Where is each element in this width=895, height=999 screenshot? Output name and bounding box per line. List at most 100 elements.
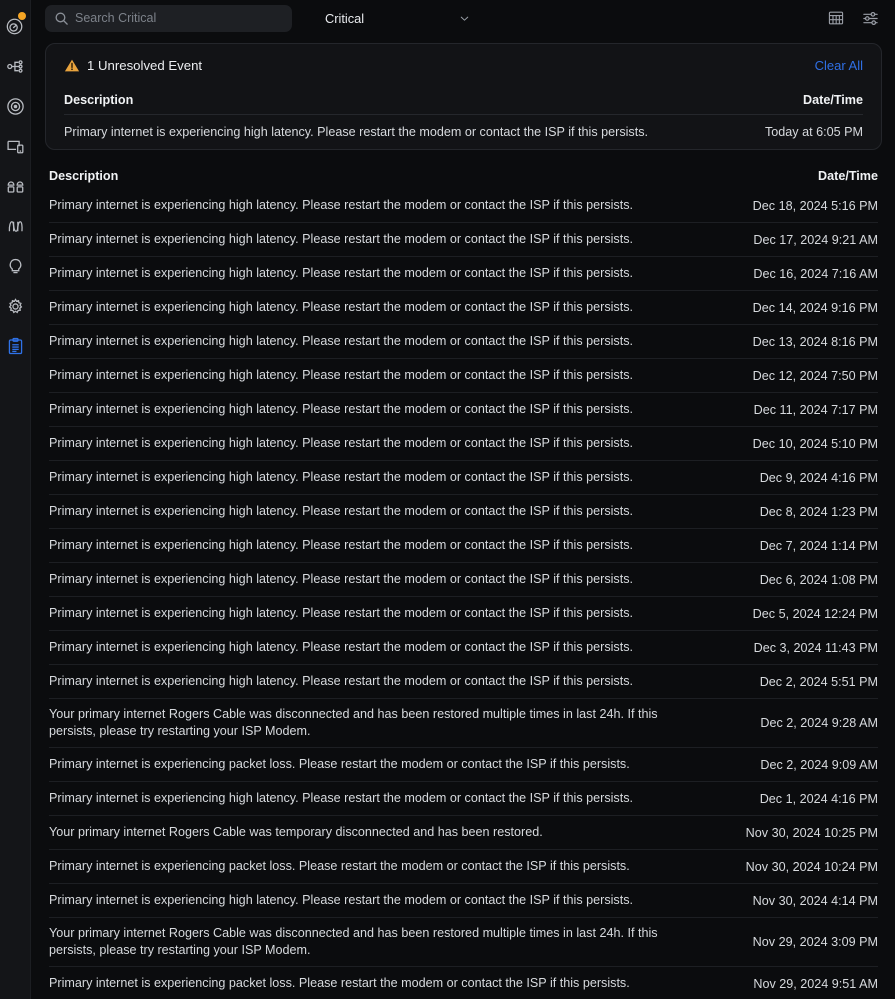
event-datetime: Dec 2, 2024 9:09 AM xyxy=(760,757,878,772)
event-datetime: Nov 29, 2024 9:51 AM xyxy=(753,976,878,991)
table-view-icon xyxy=(828,11,844,25)
table-row[interactable]: Primary internet is experiencing high la… xyxy=(49,495,878,529)
sidebar-item-logo[interactable] xyxy=(0,6,31,46)
sidebar-item-analytics[interactable] xyxy=(0,206,31,246)
app-root: Critical xyxy=(0,0,895,999)
table-row[interactable]: Primary internet is experiencing packet … xyxy=(49,748,878,782)
event-datetime: Today at 6:05 PM xyxy=(764,125,863,139)
event-description: Primary internet is experiencing high la… xyxy=(64,124,649,139)
filter-settings-button[interactable] xyxy=(858,6,882,30)
target-radar-icon xyxy=(6,97,24,115)
search-field-wrapper xyxy=(45,4,292,32)
event-datetime: Dec 13, 2024 8:16 PM xyxy=(752,334,878,349)
unresolved-card-header: 1 Unresolved Event Clear All xyxy=(64,44,863,86)
table-row[interactable]: Your primary internet Rogers Cable was d… xyxy=(49,699,878,748)
table-row[interactable]: Primary internet is experiencing high la… xyxy=(49,884,878,918)
history-rows-container: Primary internet is experiencing high la… xyxy=(49,189,878,999)
event-datetime: Dec 7, 2024 1:14 PM xyxy=(759,538,878,553)
main-content: Critical xyxy=(31,0,895,999)
event-datetime: Dec 9, 2024 4:16 PM xyxy=(759,470,878,485)
event-description: Primary internet is experiencing high la… xyxy=(49,334,634,348)
event-description: Your primary internet Rogers Cable was t… xyxy=(49,825,543,839)
table-row[interactable]: Primary internet is experiencing high la… xyxy=(49,325,878,359)
devices-icon xyxy=(6,140,23,153)
table-row[interactable]: Primary internet is experiencing high la… xyxy=(49,461,878,495)
table-row[interactable]: Your primary internet Rogers Cable was t… xyxy=(49,816,878,850)
history-column-headers: Description Date/Time xyxy=(49,163,878,189)
table-row[interactable]: Primary internet is experiencing high la… xyxy=(49,631,878,665)
table-row[interactable]: Primary internet is experiencing high la… xyxy=(49,393,878,427)
event-datetime: Nov 29, 2024 3:09 PM xyxy=(752,935,878,949)
sidebar-item-clients[interactable] xyxy=(0,166,31,206)
sidebar-item-devices[interactable] xyxy=(0,126,31,166)
event-datetime: Dec 12, 2024 7:50 PM xyxy=(752,368,878,383)
event-description: Primary internet is experiencing packet … xyxy=(49,757,630,771)
sliders-filter-icon xyxy=(862,11,878,25)
severity-filter-dropdown[interactable]: Critical xyxy=(325,5,473,32)
event-datetime: Dec 6, 2024 1:08 PM xyxy=(759,572,878,587)
event-datetime: Nov 30, 2024 10:24 PM xyxy=(745,859,878,874)
event-description: Primary internet is experiencing high la… xyxy=(49,538,634,552)
event-description: Primary internet is experiencing high la… xyxy=(49,470,634,484)
event-description: Primary internet is experiencing high la… xyxy=(49,640,634,654)
table-row[interactable]: Primary internet is experiencing high la… xyxy=(49,291,878,325)
event-datetime: Dec 2, 2024 5:51 PM xyxy=(759,674,878,689)
event-description: Primary internet is experiencing high la… xyxy=(49,504,634,518)
table-row[interactable]: Primary internet is experiencing high la… xyxy=(49,257,878,291)
event-datetime: Dec 2, 2024 9:28 AM xyxy=(760,716,878,730)
event-datetime: Dec 14, 2024 9:16 PM xyxy=(752,300,878,315)
event-description: Primary internet is experiencing high la… xyxy=(49,606,634,620)
sidebar-item-logs[interactable] xyxy=(0,326,31,366)
event-datetime: Dec 18, 2024 5:16 PM xyxy=(752,198,878,213)
event-description: Primary internet is experiencing high la… xyxy=(49,300,634,314)
column-header-description: Description xyxy=(64,93,134,107)
table-row[interactable]: Primary internet is experiencing high la… xyxy=(49,597,878,631)
event-datetime: Dec 1, 2024 4:16 PM xyxy=(759,791,878,806)
event-description: Primary internet is experiencing high la… xyxy=(49,572,634,586)
table-row[interactable]: Primary internet is experiencing high la… xyxy=(49,189,878,223)
events-scroll-area[interactable]: 1 Unresolved Event Clear All Description… xyxy=(31,36,895,999)
table-view-button[interactable] xyxy=(824,6,848,30)
column-header-datetime: Date/Time xyxy=(803,93,863,107)
unresolved-count-label: 1 Unresolved Event xyxy=(87,57,203,73)
event-description: Primary internet is experiencing high la… xyxy=(49,232,634,246)
warning-triangle-icon xyxy=(64,59,80,71)
table-row[interactable]: Primary internet is experiencing packet … xyxy=(49,850,878,884)
table-row[interactable]: Primary internet is experiencing high la… xyxy=(49,782,878,816)
event-description: Primary internet is experiencing high la… xyxy=(49,198,634,212)
table-row[interactable]: Primary internet is experiencing packet … xyxy=(49,967,878,999)
table-row[interactable]: Your primary internet Rogers Cable was d… xyxy=(49,918,878,967)
notification-badge-dot xyxy=(17,12,26,20)
unresolved-events-card: 1 Unresolved Event Clear All Description… xyxy=(45,43,882,150)
waveform-icon xyxy=(8,220,23,232)
people-icon xyxy=(7,180,23,193)
severity-filter-value: Critical xyxy=(325,10,365,26)
unresolved-column-headers: Description Date/Time xyxy=(64,86,863,115)
search-input[interactable] xyxy=(45,4,292,32)
event-description: Primary internet is experiencing high la… xyxy=(49,674,634,688)
event-description: Primary internet is experiencing high la… xyxy=(49,402,634,416)
column-header-description: Description xyxy=(49,169,119,183)
sidebar-item-topology[interactable] xyxy=(0,46,31,86)
event-description: Your primary internet Rogers Cable was d… xyxy=(49,707,658,738)
table-row[interactable]: Primary internet is experiencing high la… xyxy=(49,563,878,597)
event-description: Primary internet is experiencing high la… xyxy=(49,266,634,280)
column-header-datetime: Date/Time xyxy=(818,169,878,183)
chevron-down-icon xyxy=(460,16,469,21)
table-row[interactable]: Primary internet is experiencing high la… xyxy=(49,665,878,699)
table-row[interactable]: Primary internet is experiencing high la… xyxy=(49,359,878,393)
table-row[interactable]: Primary internet is experiencing high la… xyxy=(49,427,878,461)
sidebar-item-radar[interactable] xyxy=(0,86,31,126)
table-row[interactable]: Primary internet is experiencing high la… xyxy=(49,223,878,257)
table-row[interactable]: Primary internet is experiencing high la… xyxy=(49,529,878,563)
table-row[interactable]: Primary internet is experiencing high la… xyxy=(64,115,863,149)
sidebar-item-insights[interactable] xyxy=(0,246,31,286)
sidebar-item-settings[interactable] xyxy=(0,286,31,326)
event-description: Primary internet is experiencing high la… xyxy=(49,791,634,805)
event-datetime: Dec 11, 2024 7:17 PM xyxy=(753,402,878,417)
event-datetime: Dec 5, 2024 12:24 PM xyxy=(752,606,878,621)
unresolved-rows-container: Primary internet is experiencing high la… xyxy=(64,115,863,149)
topbar: Critical xyxy=(31,0,895,36)
clear-all-button[interactable]: Clear All xyxy=(815,58,863,73)
event-datetime: Dec 10, 2024 5:10 PM xyxy=(752,436,878,451)
